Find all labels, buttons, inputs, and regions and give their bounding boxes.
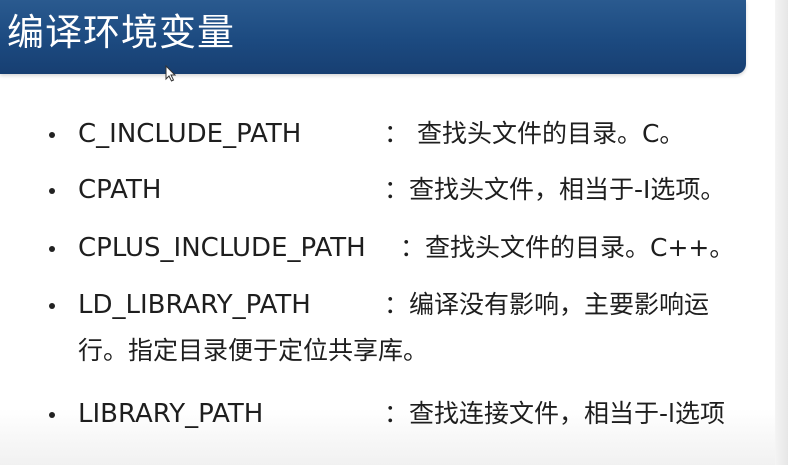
env-var-name: CPLUS_INCLUDE_PATH [78,233,366,263]
env-var-name: CPATH [78,175,162,205]
bullet-dot-icon [49,412,55,418]
env-var-description: ： 查找头文件的目录。C。 [384,119,685,148]
bullet-dot-icon [49,188,55,194]
bullet-dot-icon [49,246,55,252]
bullet-dot-icon [49,132,55,138]
env-var-description: ：查找连接文件，相当于-l选项 [384,399,725,428]
window-edge [775,0,788,465]
env-var-name: C_INCLUDE_PATH [78,119,302,149]
env-var-name: LD_LIBRARY_PATH [78,290,311,320]
env-var-description: ：查找头文件，相当于-I选项。 [384,175,726,204]
bullet-dot-icon [49,303,55,309]
env-var-description: ：查找头文件的目录。C++。 [400,233,735,262]
env-var-name: LIBRARY_PATH [78,399,264,429]
presentation-slide: 编译环境变量 C_INCLUDE_PATH ： 查找头文件的目录。C。 CPAT… [0,0,788,465]
bullet-list: C_INCLUDE_PATH ： 查找头文件的目录。C。 CPATH ：查找头文… [0,0,788,465]
env-var-description-continued: 行。指定目录便于定位共享库。 [78,336,429,365]
env-var-description: ：编译没有影响，主要影响运 [384,290,710,319]
